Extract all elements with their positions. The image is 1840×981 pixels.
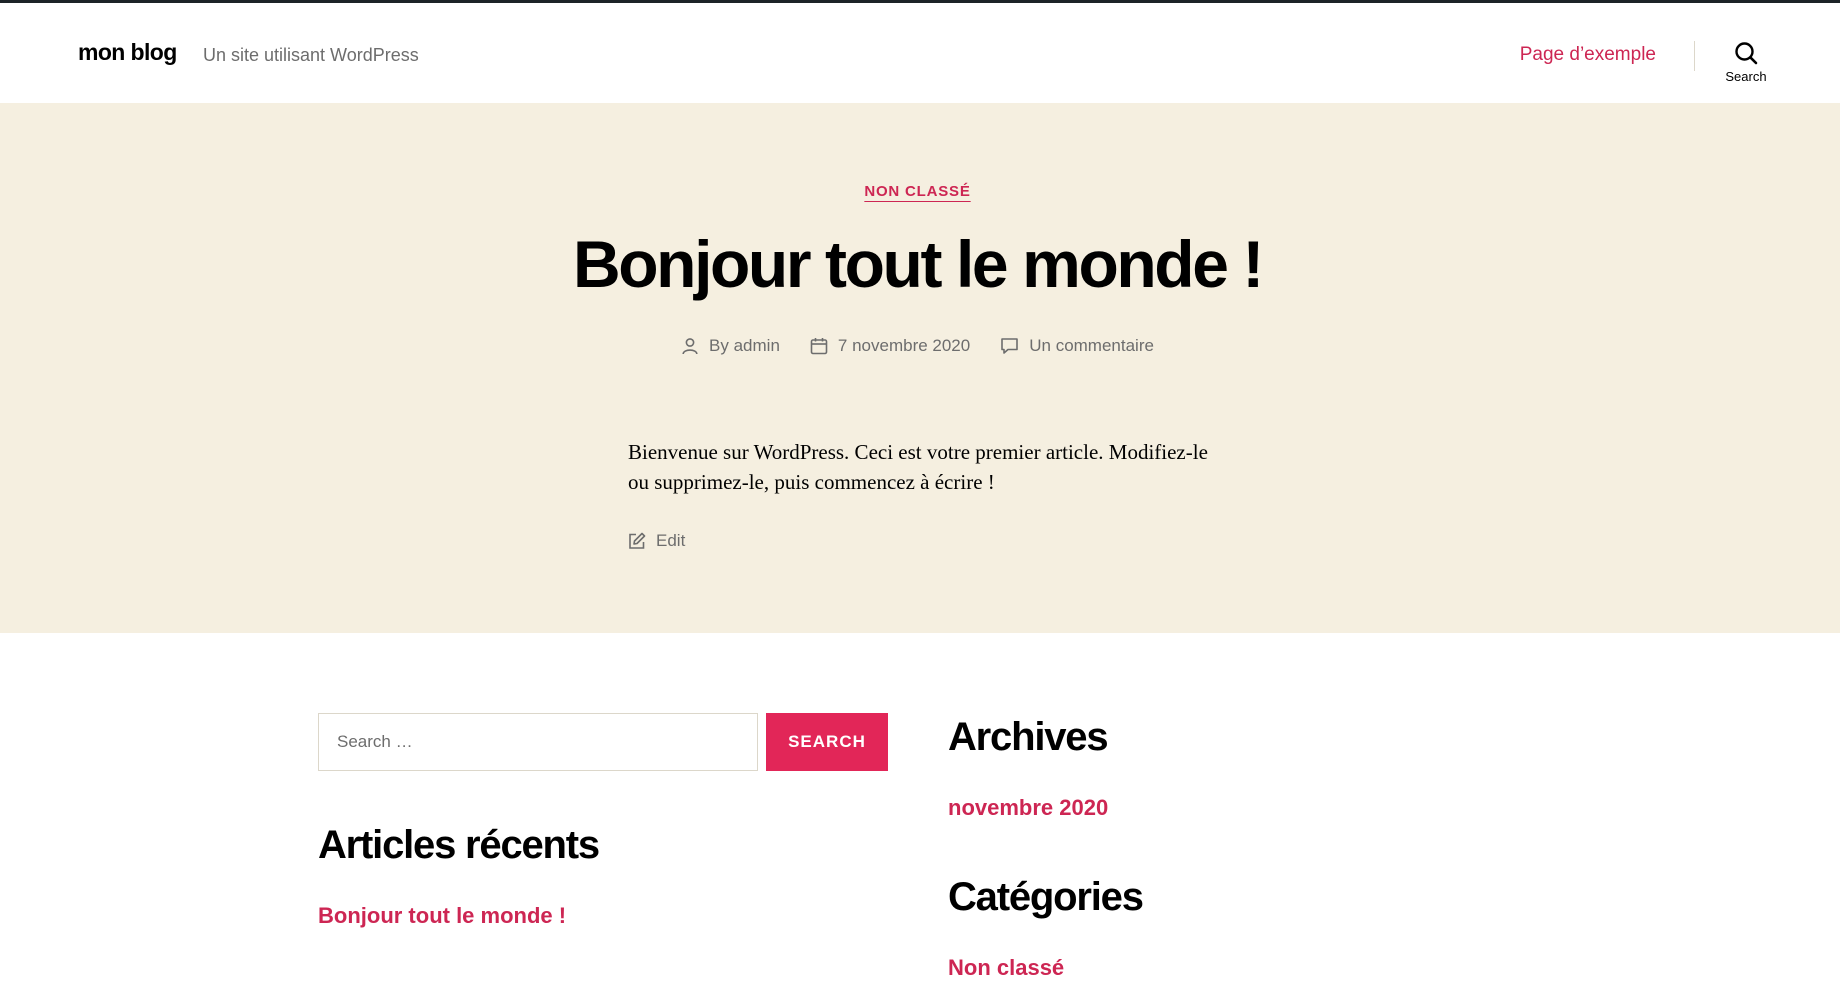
recent-posts-title: Articles récents — [318, 823, 600, 867]
author-link[interactable]: By admin — [709, 336, 780, 356]
search-form: SEARCH — [318, 713, 888, 771]
post-category: NON CLASSÉ — [0, 183, 1835, 201]
category-link-non-classe-widget[interactable]: Non classé — [948, 955, 1064, 981]
nav-divider — [1694, 41, 1695, 71]
site-title-link[interactable]: mon blog — [78, 39, 177, 66]
archive-link-novembre-2020[interactable]: novembre 2020 — [948, 795, 1108, 821]
post-content: Bienvenue sur WordPress. Ceci est votre … — [628, 440, 1208, 495]
search-submit-button[interactable]: SEARCH — [766, 713, 888, 771]
comment-icon — [1001, 338, 1019, 354]
search-icon — [1735, 42, 1758, 65]
person-icon — [682, 338, 698, 355]
recent-post-link[interactable]: Bonjour tout le monde ! — [318, 903, 566, 929]
post-meta: By admin 7 novembre 2020 Un commentaire — [0, 336, 1835, 356]
edit-post-link[interactable]: Edit — [628, 531, 685, 551]
categories-title: Catégories — [948, 875, 1144, 919]
date-link[interactable]: 7 novembre 2020 — [838, 336, 970, 356]
post-author: By admin — [681, 336, 780, 356]
post-title: Bonjour tout le monde ! — [572, 227, 1264, 301]
edit-label: Edit — [656, 531, 686, 550]
search-toggle-button[interactable]: Search — [1718, 41, 1774, 91]
post-hero: NON CLASSÉ Bonjour tout le monde ! By ad… — [0, 103, 1840, 633]
post-date: 7 novembre 2020 — [810, 336, 970, 356]
comments-link[interactable]: Un commentaire — [1029, 336, 1154, 356]
post-comments: Un commentaire — [1000, 336, 1154, 356]
search-toggle-label: Search — [1725, 69, 1767, 84]
edit-icon — [629, 532, 646, 549]
archives-title: Archives — [948, 715, 1109, 759]
site-header: mon blog Un site utilisant WordPress Pag… — [0, 3, 1840, 103]
site-description: Un site utilisant WordPress — [203, 45, 419, 65]
category-link-non-classe[interactable]: NON CLASSÉ — [864, 183, 970, 200]
calendar-icon — [810, 338, 828, 355]
widgets-area: SEARCH Articles récents Bonjour tout le … — [0, 633, 1840, 980]
nav-item-page-exemple[interactable]: Page d’exemple — [1520, 44, 1656, 66]
search-input[interactable] — [318, 713, 758, 771]
